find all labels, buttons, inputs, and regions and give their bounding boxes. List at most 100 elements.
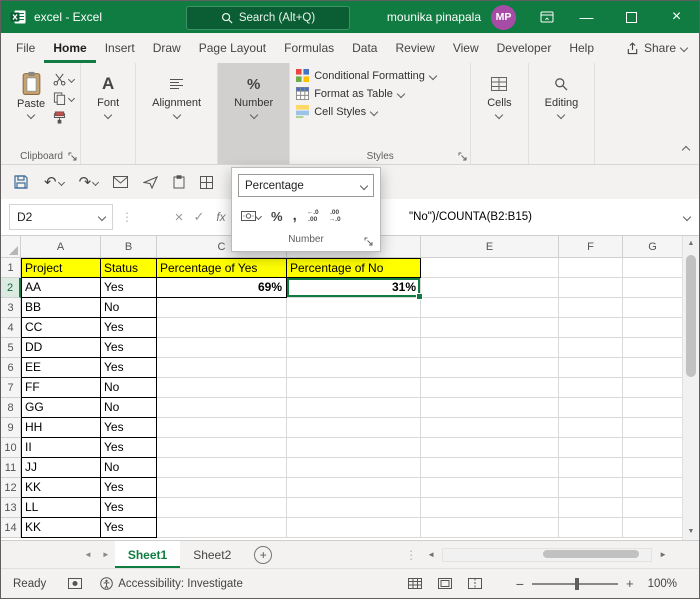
name-box[interactable]: D2	[9, 204, 113, 230]
enter-button[interactable]: ✓	[189, 209, 209, 225]
cell[interactable]	[623, 258, 683, 278]
cell[interactable]	[157, 418, 287, 438]
scroll-up-icon[interactable]: ▲	[683, 236, 699, 252]
paste-special-button[interactable]	[173, 175, 185, 189]
row-header[interactable]: 11	[1, 458, 21, 478]
cell[interactable]	[559, 258, 623, 278]
gripper-icon[interactable]: ⋮	[121, 210, 133, 224]
cell[interactable]	[623, 378, 683, 398]
cell[interactable]	[421, 518, 559, 538]
cell[interactable]: JJ	[21, 458, 101, 478]
close-button[interactable]: ×	[654, 1, 699, 33]
cell[interactable]: KK	[21, 478, 101, 498]
cell[interactable]: No	[101, 378, 157, 398]
active-cell[interactable]: 31%	[287, 278, 423, 300]
column-header-f[interactable]: F	[559, 236, 623, 258]
scroll-right-icon[interactable]: ►	[655, 550, 671, 559]
dialog-launcher-icon[interactable]	[68, 152, 77, 161]
dialog-launcher-icon[interactable]	[364, 237, 373, 246]
cell[interactable]: HH	[21, 418, 101, 438]
row-header[interactable]: 10	[1, 438, 21, 458]
row-header[interactable]: 13	[1, 498, 21, 518]
borders-button[interactable]	[200, 175, 214, 189]
share-button[interactable]: Share	[626, 33, 689, 63]
redo-button[interactable]: ↷	[79, 175, 100, 190]
cell[interactable]	[559, 518, 623, 538]
cell[interactable]	[421, 358, 559, 378]
copy-button[interactable]	[53, 92, 76, 105]
cell[interactable]	[157, 378, 287, 398]
cell[interactable]	[157, 458, 287, 478]
tab-page-layout[interactable]: Page Layout	[190, 33, 275, 63]
cell[interactable]: No	[101, 398, 157, 418]
cell[interactable]: FF	[21, 378, 101, 398]
tab-formulas[interactable]: Formulas	[275, 33, 343, 63]
collapse-ribbon-icon[interactable]	[681, 140, 691, 158]
tab-file[interactable]: File	[7, 33, 44, 63]
cell[interactable]: Yes	[101, 438, 157, 458]
column-header-a[interactable]: A	[21, 236, 101, 258]
accessibility-status[interactable]: Accessibility: Investigate	[100, 577, 243, 590]
cell[interactable]	[421, 458, 559, 478]
row-header[interactable]: 9	[1, 418, 21, 438]
comma-style-button[interactable]: ,	[290, 208, 300, 223]
cell[interactable]: Status	[101, 258, 157, 278]
cell[interactable]: DD	[21, 338, 101, 358]
percent-style-button[interactable]: %	[268, 207, 286, 226]
cell[interactable]	[421, 258, 559, 278]
tab-home[interactable]: Home	[44, 33, 95, 63]
row-header[interactable]: 12	[1, 478, 21, 498]
row-header[interactable]: 3	[1, 298, 21, 318]
cell[interactable]	[421, 478, 559, 498]
sheet-tab-sheet1[interactable]: Sheet1	[114, 541, 181, 568]
sheet-nav-left-icon[interactable]: ◄	[79, 550, 97, 559]
cell[interactable]	[559, 458, 623, 478]
cell[interactable]: Percentage of Yes	[157, 258, 287, 278]
cell[interactable]	[559, 358, 623, 378]
sheet-tab-sheet2[interactable]: Sheet2	[180, 541, 244, 568]
row-header[interactable]: 2	[1, 278, 21, 298]
zoom-in-button[interactable]: +	[626, 576, 634, 591]
row-header[interactable]: 14	[1, 518, 21, 538]
page-break-view-button[interactable]	[467, 578, 482, 589]
cell[interactable]: 69%	[157, 278, 287, 298]
paste-button[interactable]: Paste	[9, 67, 53, 148]
new-sheet-button[interactable]: +	[254, 545, 273, 564]
cell[interactable]	[287, 378, 421, 398]
cell[interactable]	[157, 338, 287, 358]
cell[interactable]	[559, 418, 623, 438]
cell[interactable]: Yes	[101, 338, 157, 358]
cell[interactable]	[421, 378, 559, 398]
cell[interactable]: II	[21, 438, 101, 458]
cell[interactable]: BB	[21, 298, 101, 318]
ribbon-display-options-icon[interactable]	[530, 1, 564, 33]
cell[interactable]	[157, 498, 287, 518]
number-format-select[interactable]: Percentage	[238, 174, 374, 197]
tab-view[interactable]: View	[444, 33, 488, 63]
cell[interactable]: Project	[21, 258, 101, 278]
cell[interactable]: Yes	[101, 358, 157, 378]
cells-group-button[interactable]: Cells	[477, 67, 521, 148]
tab-insert[interactable]: Insert	[96, 33, 144, 63]
cell[interactable]	[287, 478, 421, 498]
cell[interactable]: Percentage of No	[287, 258, 421, 278]
scroll-left-icon[interactable]: ◄	[423, 550, 439, 559]
scroll-down-icon[interactable]: ▼	[683, 524, 699, 540]
cell[interactable]: CC	[21, 318, 101, 338]
cell[interactable]: EE	[21, 358, 101, 378]
cell[interactable]	[559, 498, 623, 518]
vertical-scroll-thumb[interactable]	[686, 255, 696, 377]
cell[interactable]	[287, 298, 421, 318]
cell[interactable]: No	[101, 458, 157, 478]
tab-review[interactable]: Review	[386, 33, 443, 63]
cell[interactable]	[157, 438, 287, 458]
cell[interactable]	[559, 398, 623, 418]
cell[interactable]	[623, 418, 683, 438]
cell[interactable]	[559, 478, 623, 498]
cell[interactable]: Yes	[101, 418, 157, 438]
cell[interactable]	[559, 338, 623, 358]
cell[interactable]	[421, 398, 559, 418]
font-group-button[interactable]: A Font	[87, 67, 129, 148]
cell[interactable]: Yes	[101, 518, 157, 538]
sheet-nav-right-icon[interactable]: ►	[97, 550, 115, 559]
